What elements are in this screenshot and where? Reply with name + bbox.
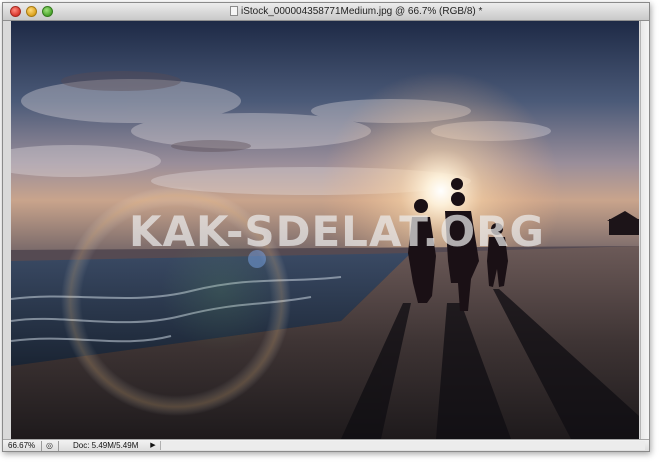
- watermark-text: KAK-SDELAT.ORG: [129, 207, 545, 256]
- status-bar: 66.67% ◎ Doc: 5.49M/5.49M ▶: [3, 439, 649, 451]
- horizontal-scrollbar[interactable]: [160, 441, 645, 450]
- title-bar[interactable]: iStock_000004358771Medium.jpg @ 66.7% (R…: [3, 3, 649, 21]
- open-quick-mask-icon[interactable]: ◎: [45, 441, 54, 450]
- vertical-scrollbar[interactable]: [640, 21, 649, 439]
- zoom-level-field[interactable]: 66.67%: [8, 440, 35, 451]
- status-menu-arrow-icon[interactable]: ▶: [149, 440, 157, 451]
- status-separator: [58, 441, 59, 451]
- document-window: iStock_000004358771Medium.jpg @ 66.7% (R…: [2, 2, 650, 452]
- close-window-button[interactable]: [10, 6, 21, 17]
- status-separator: [41, 441, 42, 451]
- document-proxy-icon[interactable]: [230, 6, 238, 16]
- zoom-window-button[interactable]: [42, 6, 53, 17]
- window-title: iStock_000004358771Medium.jpg @ 66.7% (R…: [241, 6, 483, 17]
- image-canvas[interactable]: KAK-SDELAT.ORG: [11, 21, 639, 439]
- document-size-info: Doc: 5.49M/5.49M: [73, 441, 139, 450]
- minimize-window-button[interactable]: [26, 6, 37, 17]
